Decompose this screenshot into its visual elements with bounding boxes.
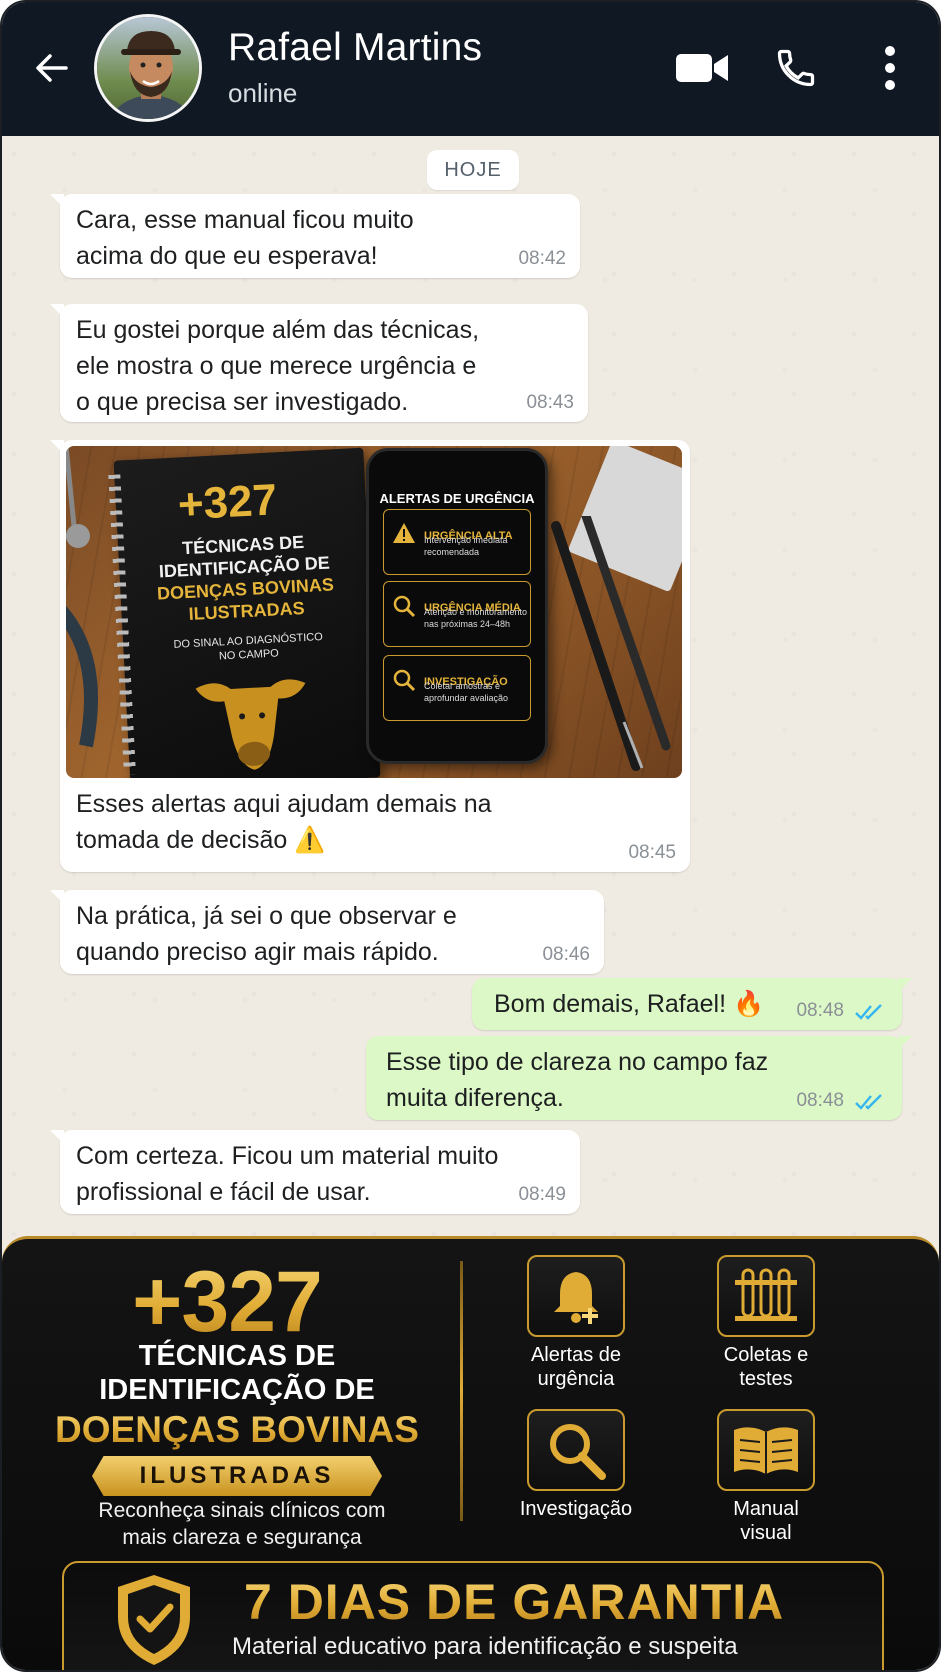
back-button[interactable] bbox=[30, 46, 74, 90]
video-call-button[interactable] bbox=[672, 42, 732, 94]
alert-desc: Intervenção imediata recomendada bbox=[424, 535, 508, 557]
message-incoming[interactable]: Cara, esse manual ficou muito acima do q… bbox=[50, 194, 580, 278]
contact-status: online bbox=[228, 78, 298, 108]
message-incoming[interactable]: Na prática, já sei o que observar e quan… bbox=[50, 890, 604, 974]
promo-ribbon: ILUSTRADAS bbox=[92, 1456, 382, 1496]
book-subtitle: DO SINAL AO DIAGNÓSTICO NO CAMPO bbox=[173, 631, 324, 663]
voice-call-button[interactable] bbox=[770, 42, 822, 94]
message-text: Com certeza. Ficou um material muito pro… bbox=[76, 1142, 499, 1206]
message-time: 08:48 bbox=[796, 1090, 844, 1111]
alert-card-high: URGÊNCIA ALTA Intervenção imediata recom… bbox=[383, 509, 531, 575]
message-incoming[interactable]: Eu gostei porque além das técnicas, ele … bbox=[50, 304, 588, 422]
phone-frame: Rafael Martins online HOJE Cara, esse ma… bbox=[0, 0, 941, 1672]
feature-investigation: Investigação bbox=[496, 1409, 656, 1521]
divider bbox=[460, 1261, 463, 1521]
feature-label: Alertas de urgência bbox=[530, 1344, 622, 1390]
magnifier-icon bbox=[393, 595, 416, 618]
feature-label: Investigação bbox=[519, 1498, 633, 1520]
contact-name[interactable]: Rafael Martins bbox=[228, 26, 482, 70]
pens bbox=[551, 516, 671, 771]
warning-icon bbox=[393, 523, 415, 543]
feature-tests: Coletas e testes bbox=[686, 1255, 846, 1391]
feature-alerts: Alertas de urgência bbox=[496, 1255, 656, 1391]
more-options-button[interactable] bbox=[872, 42, 908, 94]
chat-header: Rafael Martins online bbox=[2, 2, 939, 136]
message-outgoing[interactable]: Bom demais, Rafael! 🔥 08:48 bbox=[472, 978, 912, 1030]
feature-label: Coletas e testes bbox=[723, 1344, 809, 1390]
feature-manual: Manual visual bbox=[686, 1409, 846, 1545]
message-text: Cara, esse manual ficou muito acima do q… bbox=[76, 206, 414, 270]
promo-banner: +327 TÉCNICAS DE IDENTIFICAÇÃO DE DOENÇA… bbox=[2, 1236, 939, 1670]
message-incoming[interactable]: Com certeza. Ficou um material muito pro… bbox=[50, 1130, 580, 1214]
message-incoming-image[interactable]: +327 TÉCNICAS DE IDENTIFICAÇÃO DE DOENÇA… bbox=[50, 440, 690, 872]
book-number: +327 bbox=[176, 475, 279, 530]
message-time: 08:46 bbox=[542, 944, 590, 965]
message-outgoing[interactable]: Esse tipo de clareza no campo faz muita … bbox=[366, 1036, 912, 1120]
chat-area[interactable]: HOJE Cara, esse manual ficou muito acima… bbox=[2, 136, 939, 1236]
message-text: Eu gostei porque além das técnicas, ele … bbox=[76, 316, 480, 416]
promo-line-1: TÉCNICAS DE bbox=[138, 1340, 336, 1372]
message-time: 08:45 bbox=[628, 842, 676, 863]
message-time: 08:43 bbox=[526, 392, 574, 413]
open-book-icon bbox=[734, 1427, 798, 1474]
video-camera-icon bbox=[676, 54, 728, 82]
read-receipt-icon bbox=[855, 1004, 882, 1020]
magnifier-icon bbox=[393, 669, 416, 692]
test-tubes-icon bbox=[735, 1268, 797, 1321]
message-text: Esses alertas aqui ajudam demais na toma… bbox=[76, 790, 492, 854]
phone-mockup: ALERTAS DE URGÊNCIA URGÊNCIA ALTA Interv… bbox=[366, 448, 548, 764]
promo-description: Reconheça sinais clínicos com mais clare… bbox=[98, 1499, 386, 1549]
message-time: 08:48 bbox=[796, 1000, 844, 1021]
shield-check-icon bbox=[118, 1575, 190, 1665]
message-time: 08:49 bbox=[518, 1184, 566, 1205]
avatar-image bbox=[97, 17, 199, 119]
book-cover: +327 TÉCNICAS DE IDENTIFICAÇÃO DE DOENÇA… bbox=[108, 447, 381, 778]
message-text: Na prática, já sei o que observar e quan… bbox=[76, 902, 457, 966]
guarantee-title: 7 DIAS DE GARANTIA bbox=[244, 1574, 785, 1630]
promo-line-2: IDENTIFICAÇÃO DE bbox=[99, 1374, 375, 1406]
guarantee-badge: 7 DIAS DE GARANTIA Material educativo pa… bbox=[62, 1561, 884, 1670]
alert-card-investigation: INVESTIGAÇÃO Coletar amostras e aprofund… bbox=[383, 655, 531, 721]
magnifier-icon bbox=[550, 1424, 606, 1480]
promo-number: +327 bbox=[2, 1253, 452, 1352]
read-receipt-icon bbox=[855, 1094, 882, 1110]
promo-line-3: DOENÇAS BOVINAS bbox=[2, 1409, 472, 1451]
back-arrow-icon bbox=[36, 54, 68, 82]
alert-desc: Coletar amostras e aprofundar avaliação bbox=[424, 681, 509, 703]
avatar[interactable] bbox=[94, 14, 202, 122]
cow-head-icon bbox=[195, 679, 306, 770]
alert-desc: Atenção e monitoramento nas próximas 24–… bbox=[424, 607, 528, 629]
feature-label: Manual visual bbox=[733, 1498, 799, 1544]
guarantee-subtitle: Material educativo para identificação e … bbox=[232, 1633, 738, 1660]
message-time: 08:42 bbox=[518, 248, 566, 269]
more-vertical-icon bbox=[885, 46, 895, 90]
phone-icon bbox=[777, 49, 815, 87]
bell-plus-icon bbox=[554, 1272, 598, 1324]
shared-image[interactable]: +327 TÉCNICAS DE IDENTIFICAÇÃO DE DOENÇA… bbox=[66, 446, 682, 778]
date-chip: HOJE bbox=[427, 150, 519, 190]
alert-card-medium: URGÊNCIA MÉDIA Atenção e monitoramento n… bbox=[383, 581, 531, 647]
